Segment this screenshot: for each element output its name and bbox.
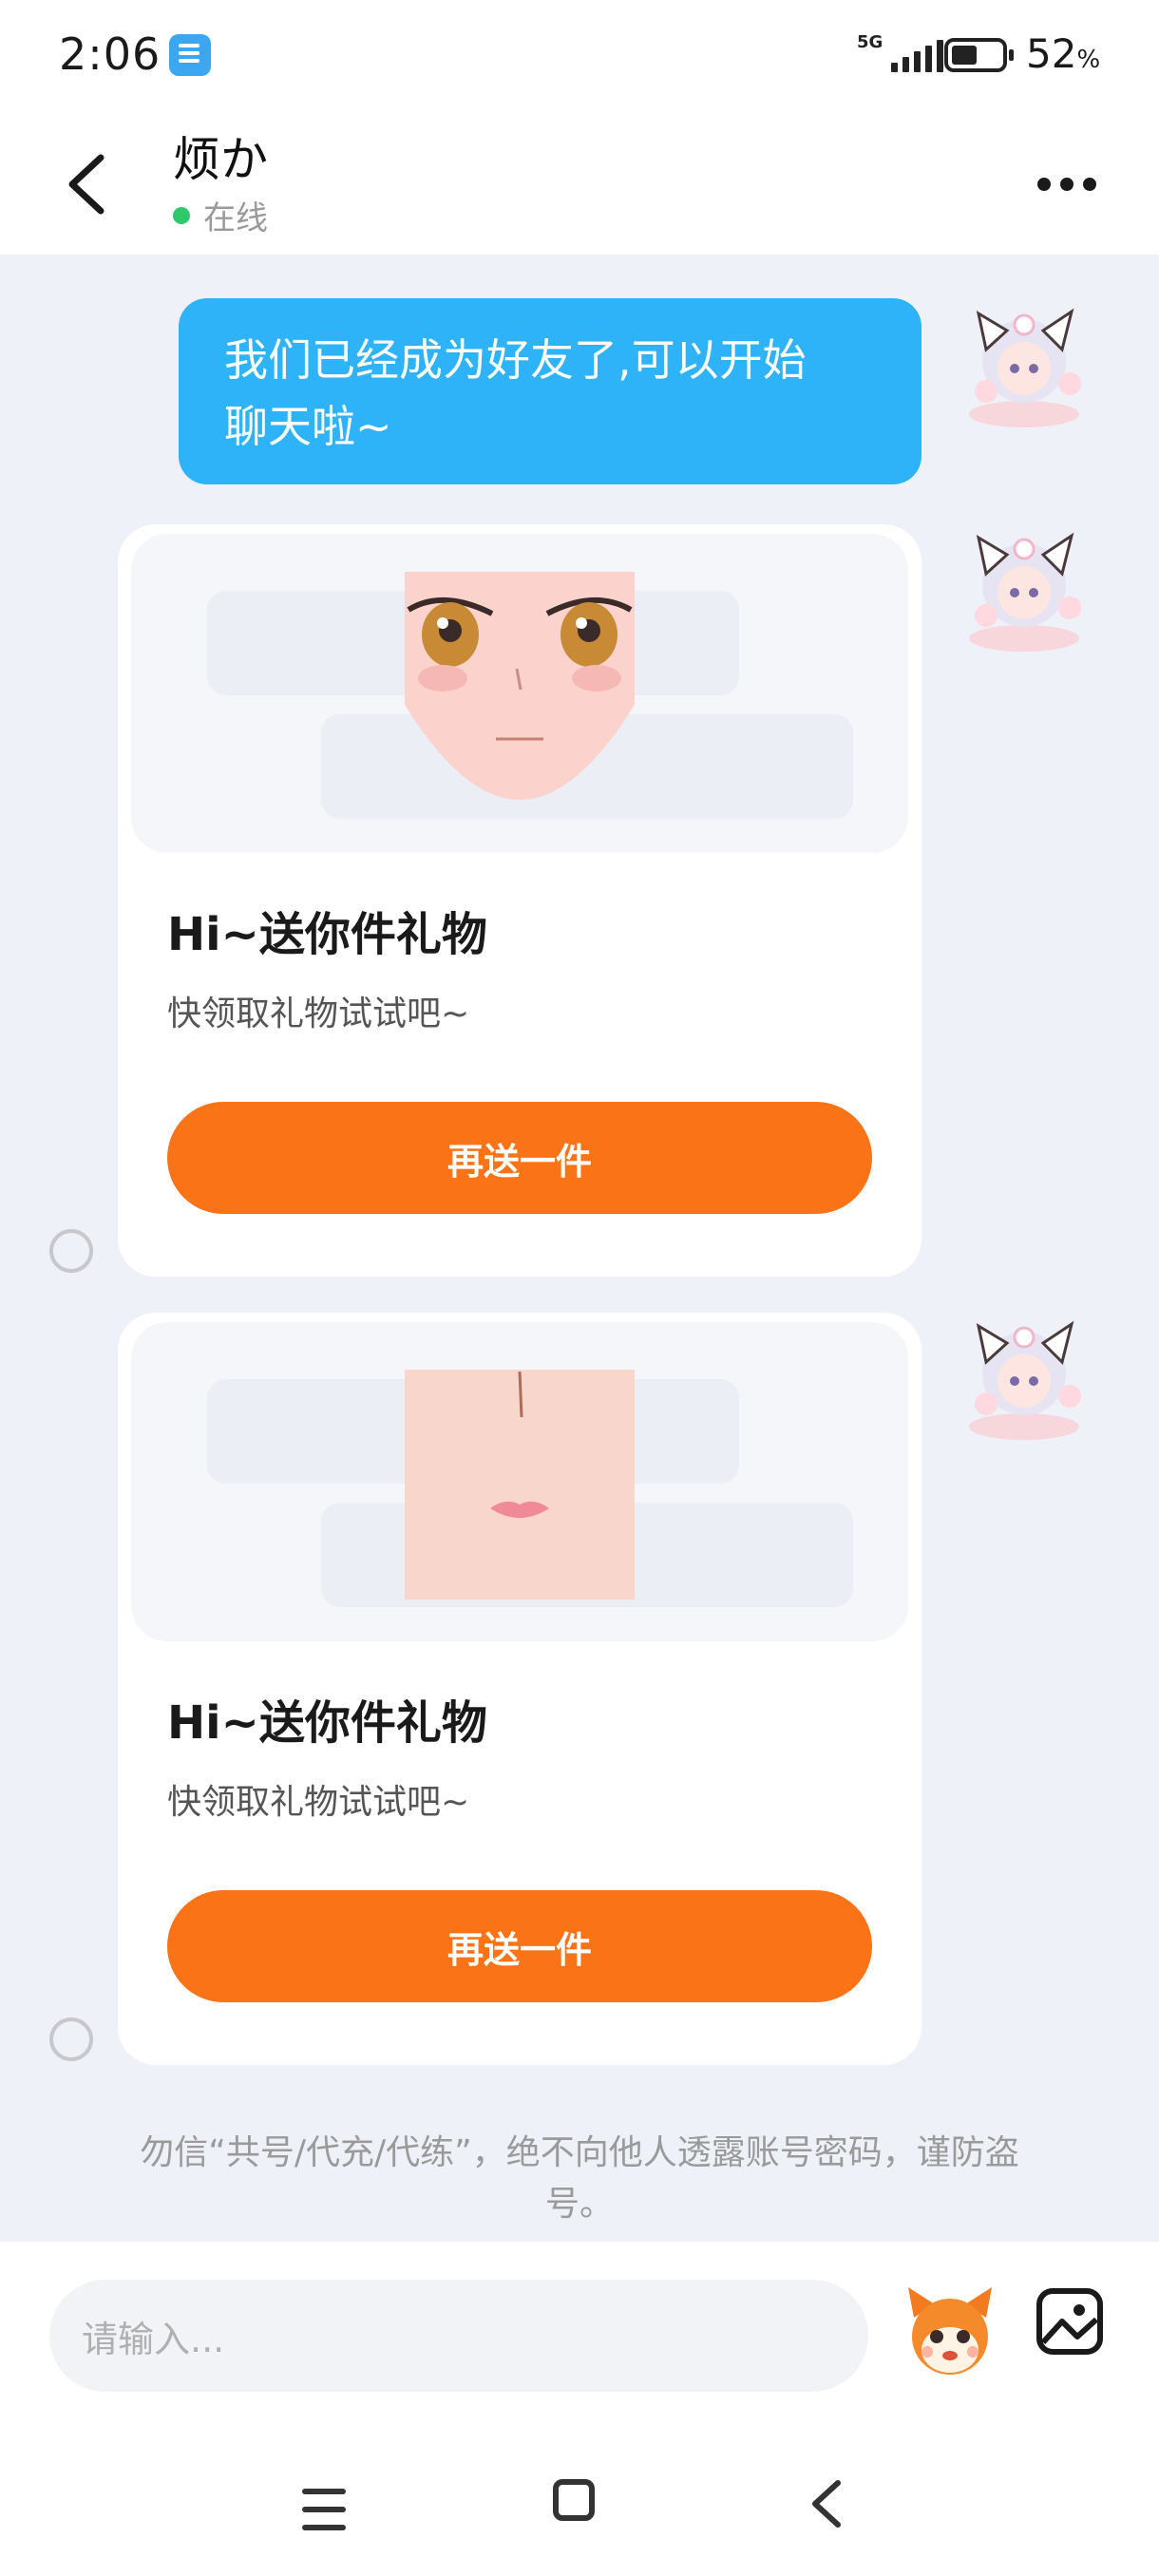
status-bar: 2:06 5G 52% [0,0,1159,114]
warning-line: 勿信“共号/代充/代练”，绝不向他人透露账号密码，谨防盗 [140,2133,1019,2172]
gift-image [131,534,908,853]
gift-image [131,1322,908,1641]
message-text-line: 聊天啦~ [224,401,392,452]
message-text-line: 我们已经成为好友了,可以开始 [224,334,807,386]
mascot-icon[interactable] [902,2280,998,2384]
battery-icon [944,38,1014,72]
gift-subtitle: 快领取礼物试试吧~ [167,994,470,1033]
signal-icon [891,40,943,72]
select-message-checkbox[interactable] [49,1229,93,1273]
back-arrow-icon[interactable] [57,148,114,220]
image-icon[interactable] [1036,2287,1104,2356]
anti-fraud-warning: 勿信“共号/代充/代练”，绝不向他人透露账号密码，谨防盗 号。 [95,2128,1064,2230]
battery-percent: 52% [1026,30,1101,77]
notification-app-icon [169,34,211,76]
network-type-label: 5G [857,32,884,52]
chat-message-list[interactable]: 我们已经成为好友了,可以开始 聊天啦~ Hi~送你件礼物 快领取礼物试试吧~ 再… [0,255,1159,2242]
chat-header: 烦か 在线 [0,114,1159,255]
send-another-button[interactable]: 再送一件 [167,1102,872,1214]
avatar[interactable] [958,293,1098,433]
message-input-bar: 请输入... [0,2242,1159,2451]
face-eyes-image [405,572,635,800]
gift-card[interactable]: Hi~送你件礼物 快领取礼物试试吧~ 再送一件 [118,524,922,1277]
recents-menu-icon[interactable] [302,2489,346,2530]
presence-label: 在线 [203,199,268,237]
gift-subtitle: 快领取礼物试试吧~ [167,1783,470,1822]
nav-back-icon[interactable] [808,2477,846,2530]
home-square-icon[interactable] [553,2479,595,2521]
status-time: 2:06 [59,28,162,80]
avatar[interactable] [958,1305,1098,1446]
presence-status: 在线 [173,192,268,238]
avatar[interactable] [958,517,1098,657]
gift-title: Hi~送你件礼物 [167,1696,487,1750]
gift-card[interactable]: Hi~送你件礼物 快领取礼物试试吧~ 再送一件 [118,1313,922,2065]
send-another-button[interactable]: 再送一件 [167,1890,872,2002]
select-message-checkbox[interactable] [49,2017,93,2061]
system-nav-bar [0,2451,1159,2576]
face-lips-image [405,1370,635,1600]
more-dots-icon[interactable] [1037,167,1113,201]
warning-line: 号。 [544,2185,614,2224]
message-input[interactable]: 请输入... [49,2280,868,2392]
gift-title: Hi~送你件礼物 [167,908,487,961]
online-dot-icon [173,206,190,224]
contact-name: 烦か [173,132,268,187]
text-message-bubble[interactable]: 我们已经成为好友了,可以开始 聊天啦~ [179,298,922,484]
